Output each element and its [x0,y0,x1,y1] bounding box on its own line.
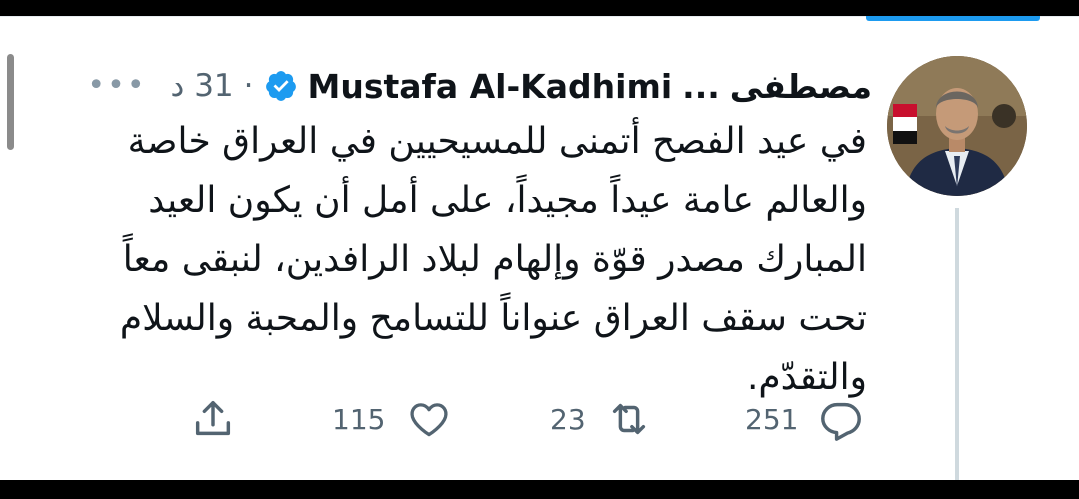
like-button[interactable]: 115 [332,394,451,444]
verified-badge-icon [264,69,298,103]
avatar[interactable] [887,56,1027,196]
retweet-button[interactable]: 23 [550,394,652,444]
share-icon [195,400,231,436]
share-button[interactable] [190,394,236,444]
tweet-actions: 115 23 251 [190,394,870,444]
tweet-header: ••• 31 د · Mustafa Al-Kadhimi ... مصطفى [87,60,872,112]
retweet-count: 23 [550,402,586,436]
heart-icon [410,403,449,437]
thread-connector-line [955,208,959,480]
tweet-text-line: تحت سقف العراق عنواناً للتسامح والمحبة و… [119,298,867,339]
tweet-text-line: في عيد الفصح أتمنى للمسيحيين في العراق خ… [127,121,867,162]
separator-dot: · [243,68,254,104]
retweet-icon [612,403,645,435]
author-name-latin[interactable]: Mustafa Al-Kadhimi [308,67,673,106]
scrollbar-thumb[interactable] [7,54,14,150]
name-truncation: ... [682,66,720,106]
tweet-text-line: المبارك مصدر قوّة وإلهام لبلاد الرافدين،… [122,239,867,280]
like-count: 115 [332,402,386,436]
avatar-portrait-icon [887,56,1027,196]
tweet-card[interactable]: ••• 31 د · Mustafa Al-Kadhimi ... مصطفى … [0,16,1079,480]
more-dots-icon[interactable]: ••• [87,71,146,101]
tweet-text: في عيد الفصح أتمنى للمسيحيين في العراق خ… [27,112,867,407]
tweet-time[interactable]: 31 د [171,68,234,104]
author-name-arabic[interactable]: مصطفى [730,67,872,106]
reply-count: 251 [745,402,799,436]
tweet-text-line: والعالم عامة عيداً مجيداً، على أمل أن يك… [148,180,867,221]
reply-icon [821,402,862,441]
active-tab-indicator [866,16,1040,21]
reply-button[interactable]: 251 [745,394,864,444]
